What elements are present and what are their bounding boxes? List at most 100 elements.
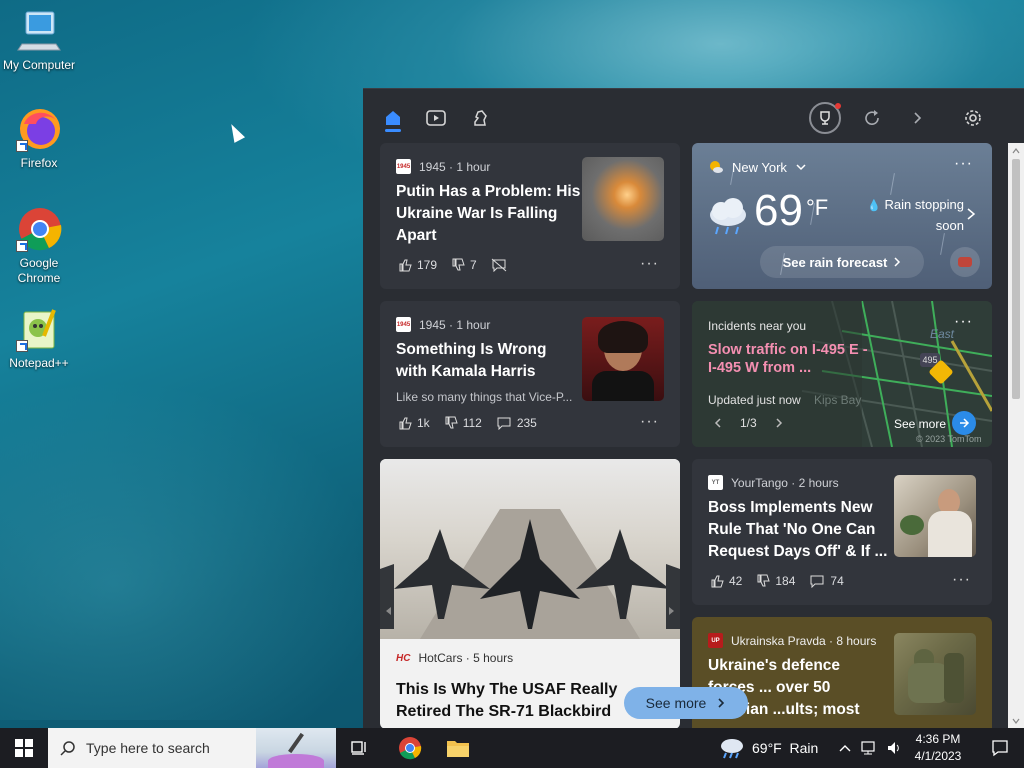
chevron-left-icon[interactable] xyxy=(708,415,728,431)
rewards-button[interactable] xyxy=(809,102,841,134)
comment-icon xyxy=(810,575,824,588)
like-button[interactable]: 42 xyxy=(710,574,742,588)
rain-cloud-icon xyxy=(710,198,746,235)
start-button[interactable] xyxy=(0,728,48,768)
settings-button[interactable] xyxy=(960,105,986,131)
chrome-icon xyxy=(399,737,422,760)
traffic-incidents-card[interactable]: East Kips Bay 495 Incidents near you ···… xyxy=(692,301,992,447)
search-icon xyxy=(60,741,75,756)
incidents-see-more-label[interactable]: See more xyxy=(894,417,946,431)
source-logo-icon: YT xyxy=(708,475,723,490)
hotcars-logo-icon: HC xyxy=(396,652,411,664)
taskbar-search-box[interactable]: Type here to search xyxy=(48,728,336,768)
dislike-button[interactable]: 112 xyxy=(444,416,482,430)
dislike-button[interactable]: 7 xyxy=(451,258,477,272)
comments-button[interactable]: 235 xyxy=(496,416,537,430)
clock-time: 4:36 PM xyxy=(915,732,961,746)
desktop-icon-notepad-plus-plus[interactable]: Notepad++ xyxy=(1,306,77,370)
chevron-right-icon[interactable] xyxy=(769,415,789,431)
action-center-button[interactable] xyxy=(976,728,1024,768)
comments-button[interactable]: 74 xyxy=(809,574,844,588)
news-card[interactable]: 1945 1945 · 1 hour Putin Has a Problem: … xyxy=(380,143,680,289)
article-headline[interactable]: Something Is Wrong with Kamala Harris xyxy=(396,339,572,383)
scroll-thumb[interactable] xyxy=(1012,159,1020,399)
condition-line-1: Rain stopping xyxy=(884,197,965,212)
dislike-button[interactable]: 184 xyxy=(756,574,795,588)
desktop-icon-google-chrome[interactable]: Google Chrome xyxy=(1,206,77,286)
games-tab[interactable] xyxy=(467,105,493,131)
refresh-button[interactable] xyxy=(859,105,885,131)
more-options-icon[interactable]: ··· xyxy=(952,571,971,589)
desktop-icon-my-computer[interactable]: My Computer xyxy=(1,8,77,72)
article-summary: Like so many things that Vice-P... xyxy=(396,390,573,404)
see-more-label: See more xyxy=(645,695,707,711)
like-button[interactable]: 1k xyxy=(398,416,430,430)
incident-alert[interactable]: Slow traffic on I-495 E - I-495 W from .… xyxy=(708,341,868,377)
article-hero-image[interactable] xyxy=(380,459,680,639)
like-button[interactable]: 179 xyxy=(398,258,437,272)
chevron-down-icon xyxy=(796,164,806,171)
taskbar-weather[interactable]: 69°F Rain xyxy=(718,728,818,768)
taskbar: Type here to search 69°F Rain 4:36 PM 4/… xyxy=(0,728,1024,768)
comment-icon xyxy=(497,417,511,430)
speaker-icon[interactable] xyxy=(886,740,902,756)
taskbar-chrome[interactable] xyxy=(386,728,434,768)
home-tab[interactable] xyxy=(380,105,406,131)
task-view-button[interactable] xyxy=(336,728,384,768)
incidents-more-options-icon[interactable]: ··· xyxy=(954,313,973,331)
taskbar-clock[interactable]: 4:36 PM 4/1/2023 xyxy=(908,731,968,765)
thumbs-up-icon xyxy=(399,259,412,272)
taskbar-file-explorer[interactable] xyxy=(434,728,482,768)
desktop-icon-firefox[interactable]: Firefox xyxy=(1,106,77,170)
like-count: 42 xyxy=(729,574,743,588)
article-headline[interactable]: Boss Implements New Rule That 'No One Ca… xyxy=(708,497,890,563)
weather-more-options-icon[interactable]: ··· xyxy=(954,155,973,173)
rain-forecast-button[interactable]: See rain forecast xyxy=(760,246,924,278)
article-thumbnail[interactable] xyxy=(582,157,664,241)
comments-off-button[interactable] xyxy=(491,258,507,272)
news-card[interactable]: YT YourTango · 2 hours Boss Implements N… xyxy=(692,459,992,605)
scroll-down-icon[interactable] xyxy=(1012,717,1020,725)
comments-off-icon xyxy=(491,258,507,272)
article-source: 1945 1945 · 1 hour xyxy=(396,159,490,174)
network-icon[interactable] xyxy=(860,740,878,756)
trophy-icon xyxy=(820,111,830,125)
chevron-right-icon xyxy=(718,698,725,708)
video-tab[interactable] xyxy=(423,105,449,131)
article-thumbnail[interactable] xyxy=(894,633,976,715)
chevron-right-icon[interactable] xyxy=(966,207,976,221)
notepad-plus-plus-icon xyxy=(16,306,62,352)
search-placeholder: Type here to search xyxy=(86,740,210,756)
carousel-prev-icon[interactable] xyxy=(383,605,395,617)
gear-icon xyxy=(965,110,981,126)
article-headline[interactable]: Putin Has a Problem: His Ukraine War Is … xyxy=(396,181,582,247)
desktop-icon-label: Google Chrome xyxy=(17,256,61,285)
article-source: YT YourTango · 2 hours xyxy=(708,475,839,490)
next-button[interactable] xyxy=(904,105,930,131)
weather-avatar[interactable] xyxy=(950,247,980,277)
pager-count: 1/3 xyxy=(740,416,757,430)
more-options-icon[interactable]: ··· xyxy=(640,255,659,273)
see-more-arrow-button[interactable] xyxy=(952,411,976,435)
scroll-up-icon[interactable] xyxy=(1012,147,1020,155)
system-tray xyxy=(838,728,902,768)
article-time: Ukrainska Pravda · 8 hours xyxy=(731,633,877,648)
source-logo-icon: UP xyxy=(708,633,723,648)
carousel-next-icon[interactable] xyxy=(665,605,677,617)
desktop-icon-label: My Computer xyxy=(2,58,76,72)
weather-location[interactable]: New York xyxy=(708,159,807,175)
raindrop-icon: 💧 xyxy=(867,200,881,212)
more-options-icon[interactable]: ··· xyxy=(640,413,659,431)
panel-scrollbar[interactable] xyxy=(1008,143,1024,728)
news-card[interactable]: 1945 1945 · 1 hour Something Is Wrong wi… xyxy=(380,301,680,447)
article-source: HC HotCars · 5 hours xyxy=(396,651,513,665)
comment-count: 235 xyxy=(516,416,537,430)
weather-card[interactable]: New York ··· 69 °F 💧 Rain stopping soon … xyxy=(692,143,992,289)
article-thumbnail[interactable] xyxy=(894,475,976,557)
chevron-up-icon[interactable] xyxy=(838,743,852,753)
thumbs-down-icon xyxy=(452,258,465,271)
article-thumbnail[interactable] xyxy=(582,317,664,401)
wallpaper-highlight-2 xyxy=(0,380,380,720)
thumbs-down-icon xyxy=(757,574,771,587)
see-more-button[interactable]: See more xyxy=(624,687,748,719)
